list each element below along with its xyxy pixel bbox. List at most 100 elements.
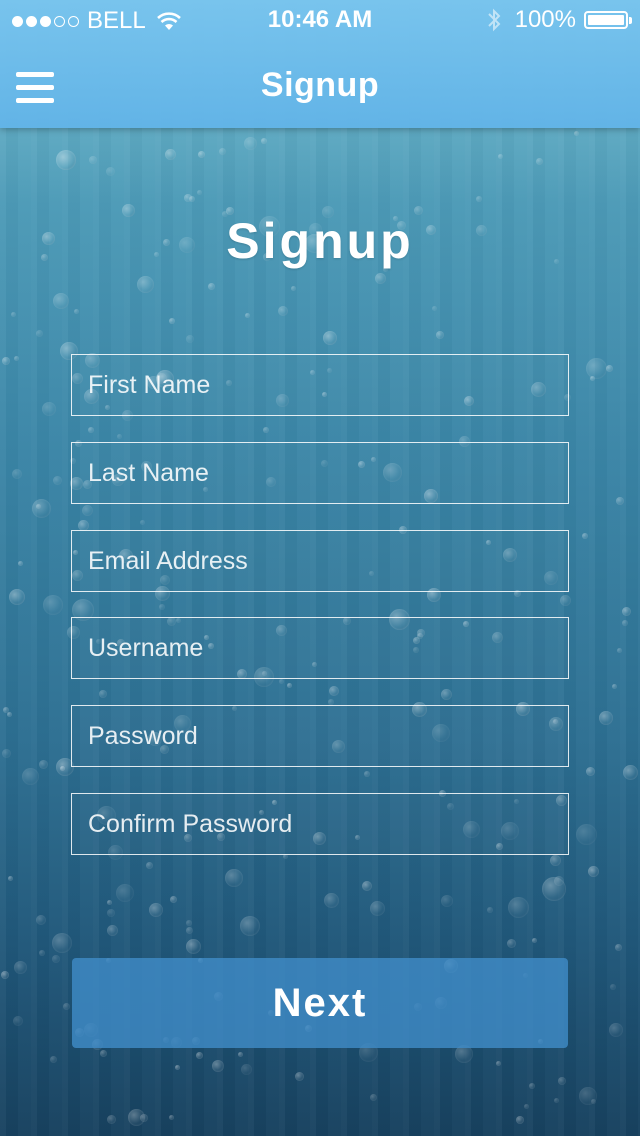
bubble: [107, 909, 115, 917]
bubble: [616, 497, 624, 505]
bubble: [588, 866, 599, 877]
status-bar: BELL 10:46 AM 100%: [0, 0, 640, 40]
bubble: [42, 402, 56, 416]
bubble: [370, 1094, 377, 1101]
last-name-field[interactable]: [71, 442, 569, 504]
bubble: [295, 1072, 304, 1081]
bubble: [279, 679, 284, 684]
bubble: [498, 154, 503, 159]
bubble: [7, 712, 12, 717]
bubble: [89, 156, 97, 164]
bubble: [32, 499, 51, 518]
bubble: [579, 1087, 597, 1105]
bubble: [107, 900, 112, 905]
email-field[interactable]: [71, 530, 569, 592]
bubble: [1, 971, 9, 979]
bubble: [52, 955, 60, 963]
bubble: [550, 855, 561, 866]
battery-percentage: 100%: [514, 6, 576, 33]
bubble: [88, 427, 94, 433]
bubble: [128, 1109, 145, 1126]
bubble: [184, 194, 192, 202]
bubble: [52, 933, 72, 953]
bubble: [165, 149, 176, 160]
bubble: [606, 365, 613, 372]
bubble: [63, 1003, 70, 1010]
bubble: [22, 768, 39, 785]
bubble: [476, 196, 482, 202]
bubble: [524, 1104, 529, 1109]
bubble: [189, 196, 195, 202]
bubble: [196, 1052, 203, 1059]
bubble: [2, 357, 10, 365]
password-field[interactable]: [71, 705, 569, 767]
bubble: [56, 150, 76, 170]
username-field[interactable]: [71, 617, 569, 679]
bubble: [39, 950, 45, 956]
bubble: [529, 1083, 535, 1089]
bubble: [53, 476, 62, 485]
bubble: [170, 896, 177, 903]
bubble: [53, 293, 69, 309]
bubble: [159, 604, 165, 610]
bubble: [617, 648, 622, 653]
bubble: [586, 358, 607, 379]
next-button[interactable]: Next: [72, 958, 568, 1048]
bubble: [622, 620, 628, 626]
bubble: [240, 916, 260, 936]
bubble: [3, 707, 9, 713]
bubble: [370, 901, 385, 916]
bubble: [169, 1115, 174, 1120]
bubble: [106, 167, 115, 176]
bubble: [198, 151, 205, 158]
confirm-password-field[interactable]: [71, 793, 569, 855]
bubble: [542, 877, 566, 901]
signup-screen: Signup BELL 10:46 AM 100% Signup First N…: [0, 0, 640, 1136]
battery-fill: [588, 15, 624, 25]
bubble: [50, 1056, 57, 1063]
bubble: [609, 1023, 623, 1037]
bubble: [291, 286, 296, 291]
first-name-field[interactable]: [71, 354, 569, 416]
bubble: [82, 505, 93, 516]
bubble: [117, 434, 122, 439]
bubble: [582, 533, 588, 539]
bubble: [516, 1116, 524, 1124]
bubble: [149, 903, 163, 917]
bubble: [212, 1060, 224, 1072]
battery-icon: [584, 11, 632, 29]
bubble: [146, 862, 153, 869]
bubble: [278, 306, 288, 316]
bubble: [261, 138, 267, 144]
bubble: [8, 876, 13, 881]
bubble: [39, 760, 48, 769]
bubble: [558, 1077, 566, 1085]
bubble: [364, 771, 370, 777]
bubble: [599, 711, 613, 725]
bubble: [329, 686, 339, 696]
bubble: [186, 920, 192, 926]
bubble: [586, 767, 595, 776]
bubble: [219, 148, 226, 155]
bubble: [287, 683, 292, 688]
bubble: [186, 927, 193, 934]
bubble: [100, 1050, 107, 1057]
bubble: [43, 595, 63, 615]
page-heading: Signup: [226, 213, 414, 269]
bubble: [507, 939, 516, 948]
status-right: 100%: [487, 6, 632, 34]
bubble: [116, 884, 134, 902]
bubble: [140, 1114, 148, 1122]
nav-title: Signup: [260, 66, 380, 104]
bubble: [436, 331, 444, 339]
bubble: [137, 276, 154, 293]
bubble: [375, 273, 386, 284]
bubble: [169, 318, 175, 324]
bubble: [244, 137, 257, 150]
bubble: [36, 330, 43, 337]
bubble: [14, 961, 27, 974]
bubble: [612, 684, 617, 689]
bubble: [574, 131, 579, 136]
bubble: [36, 915, 46, 925]
bubble: [12, 469, 22, 479]
